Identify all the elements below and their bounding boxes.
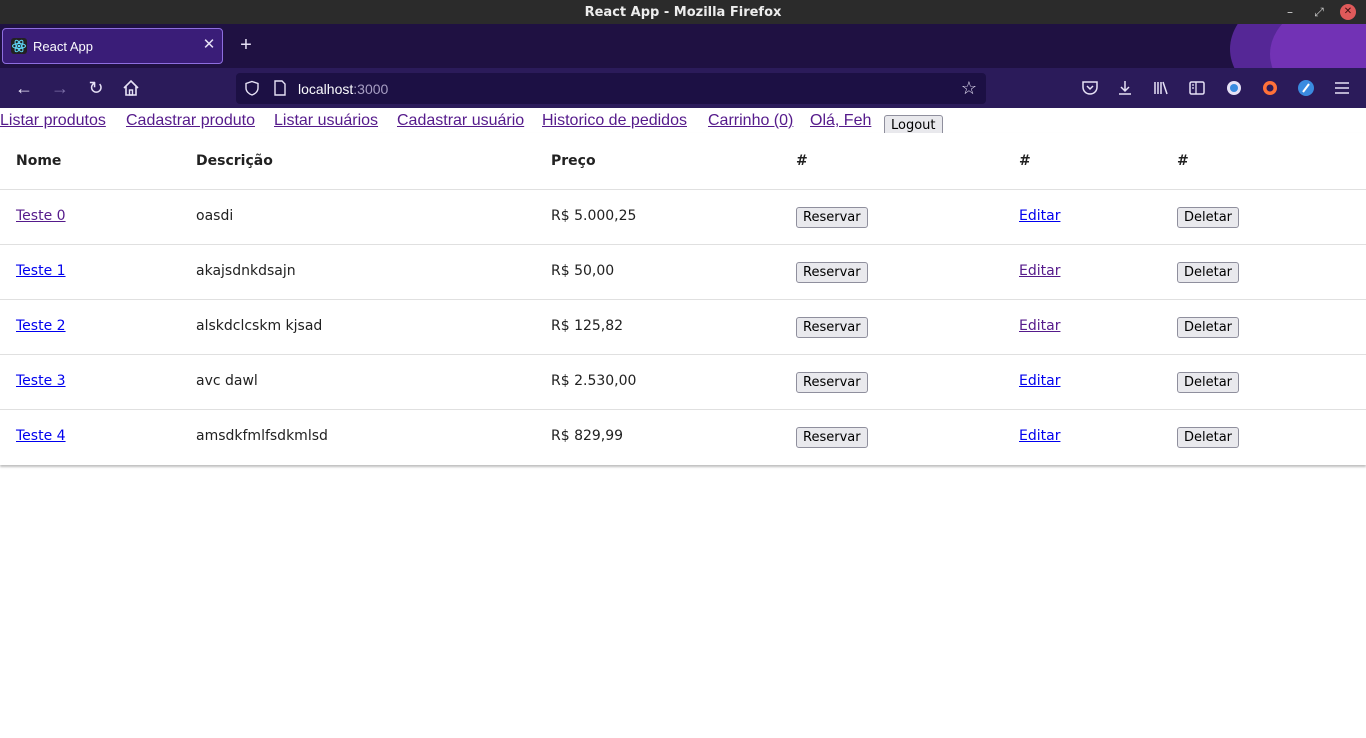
header-preco: Preço [551, 153, 596, 169]
tab-title: React App [33, 39, 93, 54]
url-text[interactable]: localhost:3000 [298, 81, 388, 97]
reserve-button[interactable]: Reservar [796, 427, 868, 448]
reserve-button[interactable]: Reservar [796, 207, 868, 228]
delete-button[interactable]: Deletar [1177, 207, 1240, 228]
reload-icon[interactable]: ↻ [86, 78, 106, 98]
nav-link-listar-produtos[interactable]: Listar produtos [0, 112, 106, 130]
nav-link-cadastrar-usuario[interactable]: Cadastrar usuário [397, 112, 524, 130]
products-table: Nome Descrição Preço # # # Teste 0 oasdi… [0, 133, 1366, 465]
header-editar: # [1019, 153, 1031, 169]
product-description: alskdclcskm kjsad [196, 318, 323, 334]
product-description: avc dawl [196, 373, 258, 389]
product-name-link[interactable]: Teste 0 [16, 208, 66, 224]
nav-link-carrinho[interactable]: Carrinho (0) [708, 112, 793, 130]
react-icon [11, 38, 27, 54]
delete-button[interactable]: Deletar [1177, 372, 1240, 393]
page-icon[interactable] [273, 80, 287, 96]
theme-decoration [1270, 24, 1366, 68]
product-price: R$ 829,99 [551, 428, 624, 444]
library-icon[interactable] [1151, 78, 1171, 98]
nav-link-user-greeting[interactable]: Olá, Feh [810, 112, 871, 130]
window-titlebar: React App - Mozilla Firefox – ⤢ ✕ [0, 0, 1366, 24]
reserve-button[interactable]: Reservar [796, 372, 868, 393]
pocket-icon[interactable] [1080, 78, 1100, 98]
product-price: R$ 50,00 [551, 263, 615, 279]
header-reservar: # [796, 153, 808, 169]
close-tab-icon[interactable]: ✕ [200, 36, 218, 54]
product-price: R$ 125,82 [551, 318, 624, 334]
table-row: Teste 2 alskdclcskm kjsad R$ 125,82 Rese… [0, 300, 1366, 355]
product-description: amsdkfmlfsdkmlsd [196, 428, 328, 444]
extension-icon[interactable] [1224, 78, 1244, 98]
sidebar-icon[interactable] [1187, 78, 1207, 98]
maximize-window-button[interactable]: ⤢ [1311, 4, 1327, 20]
delete-button[interactable]: Deletar [1177, 427, 1240, 448]
back-icon[interactable]: ← [14, 78, 34, 98]
url-host: localhost [298, 81, 354, 97]
forward-icon[interactable]: → [50, 78, 70, 98]
product-description: akajsdnkdsajn [196, 263, 296, 279]
shield-icon[interactable] [244, 80, 260, 96]
menu-icon[interactable] [1332, 78, 1352, 98]
table-row: Teste 0 oasdi R$ 5.000,25 Reservar Edita… [0, 190, 1366, 245]
nav-link-listar-usuarios[interactable]: Listar usuários [274, 112, 378, 130]
product-price: R$ 5.000,25 [551, 208, 637, 224]
product-price: R$ 2.530,00 [551, 373, 637, 389]
delete-button[interactable]: Deletar [1177, 317, 1240, 338]
edit-link[interactable]: Editar [1019, 208, 1060, 224]
product-description: oasdi [196, 208, 234, 224]
minimize-window-button[interactable]: – [1282, 4, 1298, 20]
close-window-button[interactable]: ✕ [1340, 4, 1356, 20]
firefox-account-icon[interactable] [1260, 78, 1280, 98]
downloads-icon[interactable] [1115, 78, 1135, 98]
product-name-link[interactable]: Teste 1 [16, 263, 66, 279]
nav-link-historico-pedidos[interactable]: Historico de pedidos [542, 112, 687, 130]
product-name-link[interactable]: Teste 4 [16, 428, 66, 444]
table-row: Teste 1 akajsdnkdsajn R$ 50,00 Reservar … [0, 245, 1366, 300]
tab-react-app[interactable]: React App ✕ [2, 28, 223, 64]
url-bar[interactable]: localhost:3000 ☆ [236, 73, 986, 104]
edit-link[interactable]: Editar [1019, 373, 1060, 389]
header-descricao: Descrição [196, 153, 273, 169]
nav-link-cadastrar-produto[interactable]: Cadastrar produto [126, 112, 255, 130]
edit-link[interactable]: Editar [1019, 428, 1060, 444]
edit-link[interactable]: Editar [1019, 263, 1060, 279]
product-name-link[interactable]: Teste 2 [16, 318, 66, 334]
table-row: Teste 3 avc dawl R$ 2.530,00 Reservar Ed… [0, 355, 1366, 410]
new-tab-button[interactable]: + [236, 35, 256, 55]
header-nome: Nome [16, 153, 62, 169]
page-content: Listar produtos Cadastrar produto Listar… [0, 108, 1366, 738]
reserve-button[interactable]: Reservar [796, 317, 868, 338]
extension-bitwarden-icon[interactable] [1296, 78, 1316, 98]
delete-button[interactable]: Deletar [1177, 262, 1240, 283]
window-title: React App - Mozilla Firefox [584, 5, 782, 20]
bookmark-star-icon[interactable]: ☆ [959, 78, 979, 98]
reserve-button[interactable]: Reservar [796, 262, 868, 283]
product-name-link[interactable]: Teste 3 [16, 373, 66, 389]
tab-strip: React App ✕ + [0, 24, 1366, 68]
table-header-row: Nome Descrição Preço # # # [0, 133, 1366, 190]
home-icon[interactable] [121, 78, 141, 98]
edit-link[interactable]: Editar [1019, 318, 1060, 334]
navigation-toolbar: ← → ↻ localhost:3000 ☆ [0, 68, 1366, 108]
url-port: :3000 [353, 81, 389, 97]
header-deletar: # [1177, 153, 1189, 169]
table-row: Teste 4 amsdkfmlfsdkmlsd R$ 829,99 Reser… [0, 410, 1366, 465]
